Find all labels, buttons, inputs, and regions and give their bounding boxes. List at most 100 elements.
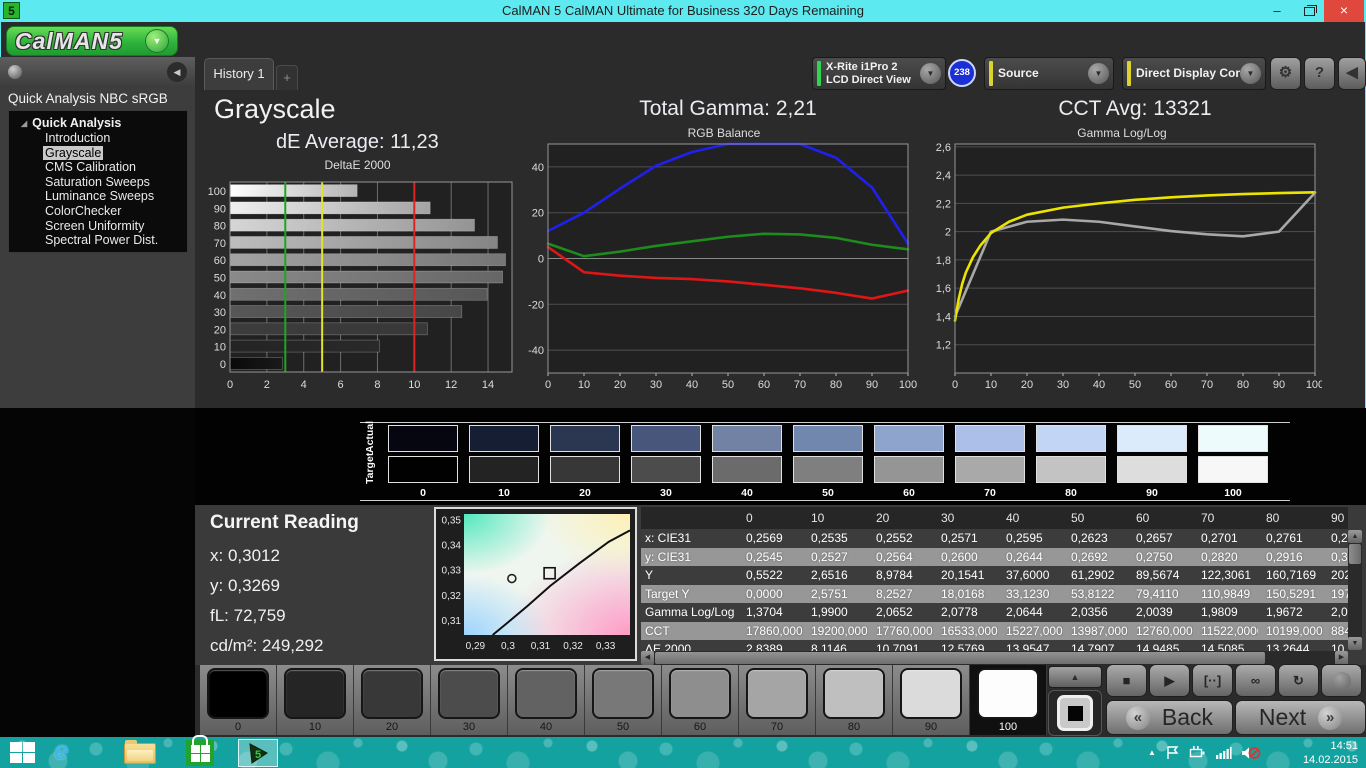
table-cell: 0,2657 [1128,529,1193,548]
rgb-balance-chart: RGB Balance -40 -20 0 20 40 0 10 20 30 40 50 60 70 80… [528,126,920,397]
sidebar-collapse-button[interactable]: ◀ [167,62,187,82]
power-battery-icon[interactable] [1189,745,1206,760]
transport-loop-button[interactable]: ↻ [1278,664,1319,697]
swatch-column-label: 10 [498,487,510,499]
next-button[interactable]: Next » [1235,700,1366,735]
action-center-flag-icon[interactable] [1165,745,1180,760]
network-signal-icon[interactable] [1215,745,1232,760]
table-horizontal-scrollbar[interactable]: ◀ ▶ [641,651,1348,665]
sidebar-header: ◀ [0,57,195,87]
swatch-column-label: 70 [984,487,996,499]
tab-history-1[interactable]: History 1 [204,58,274,90]
sidebar-item-grayscale[interactable]: Grayscale [9,145,187,161]
table-cell: 0,2569 [738,529,803,548]
sidebar-item-colorchecker[interactable]: ColorChecker [9,204,187,219]
pattern-level-50-button[interactable]: 50 [585,665,662,735]
transport-record-button[interactable] [1321,664,1362,697]
svg-text:90: 90 [866,379,878,391]
swatch-column-label: 90 [1146,487,1158,499]
table-cell: 12760,0000 [1128,621,1193,640]
tree-expander-icon[interactable]: ◢ [21,119,27,128]
sidebar-item-screen-uniformity[interactable]: Screen Uniformity [9,219,187,234]
pattern-level-0-button[interactable]: 0 [200,665,277,735]
pattern-level-20-button[interactable]: 20 [354,665,431,735]
pattern-level-label: 60 [693,721,707,733]
svg-text:1,2: 1,2 [936,340,951,352]
svg-text:0: 0 [227,379,233,391]
sidebar-item-spectral-power-dist[interactable]: Spectral Power Dist. [9,233,187,248]
table-col-header-20: 20 [868,507,933,529]
pattern-level-10-button[interactable]: 10 [277,665,354,735]
scroll-up-button[interactable]: ▲ [1348,530,1362,543]
pattern-up-button[interactable]: ▲ [1048,666,1102,688]
minimize-button[interactable]: – [1262,0,1292,22]
tree-root-quick-analysis[interactable]: ◢ Quick Analysis [9,116,187,131]
meter-count-badge[interactable]: 238 [948,59,976,87]
sidebar-item-luminance-sweeps[interactable]: Luminance Sweeps [9,189,187,204]
calman-taskbar-icon[interactable]: 5 [238,739,278,767]
close-button[interactable]: × [1324,0,1364,22]
chevron-down-icon: ▼ [1240,63,1261,84]
actual-swatch-100 [1198,425,1268,452]
transport-stop-button[interactable]: ■ [1106,664,1147,697]
pattern-level-30-button[interactable]: 30 [431,665,508,735]
display-control-dropdown[interactable]: Direct Display Control ▼ [1122,57,1266,90]
pattern-level-70-button[interactable]: 70 [739,665,816,735]
file-explorer-icon[interactable] [124,740,156,764]
svg-text:0,32: 0,32 [563,641,583,652]
svg-text:40: 40 [686,379,698,391]
svg-text:0: 0 [952,379,958,391]
svg-text:40: 40 [1093,379,1105,391]
internet-explorer-icon[interactable]: e [54,735,68,766]
pattern-window-button[interactable] [1048,690,1102,736]
transport-play-button[interactable]: ▶ [1149,664,1190,697]
sidebar-item-introduction[interactable]: Introduction [9,131,187,146]
scroll-thumb[interactable] [1349,544,1361,564]
table-cell: 10199,0000 [1258,621,1323,640]
table-cell: 0,2600 [933,547,998,566]
pattern-level-100-button[interactable]: 100 [970,665,1047,735]
pattern-level-80-button[interactable]: 80 [816,665,893,735]
meter-dropdown[interactable]: X-Rite i1Pro 2 LCD Direct View ▼ [812,57,946,90]
start-button[interactable] [10,742,36,764]
calman-logo[interactable]: CalMAN5 ▼ [6,26,178,56]
restore-button[interactable] [1294,0,1324,22]
scroll-right-button[interactable]: ▶ [1335,651,1348,665]
sidebar-item-saturation-sweeps[interactable]: Saturation Sweeps [9,175,187,190]
pattern-swatch [207,668,269,719]
transport-continuous-button[interactable]: ∞ [1235,664,1276,697]
table-vertical-scrollbar[interactable]: ▲ ▼ [1348,530,1362,650]
chevrons-right-icon: » [1318,705,1343,730]
swatch-column-0: 0 [388,425,458,499]
svg-text:10: 10 [985,379,997,391]
volume-muted-icon[interactable] [1241,745,1261,761]
target-swatch-60 [874,456,944,483]
add-tab-button[interactable]: + [276,65,298,90]
scroll-down-button[interactable]: ▼ [1348,637,1362,650]
collapse-panel-button[interactable]: ◀ [1338,57,1366,90]
scroll-left-button[interactable]: ◀ [641,651,654,665]
sidebar-item-cms-calibration[interactable]: CMS Calibration [9,160,187,175]
scroll-thumb[interactable] [655,652,1265,664]
table-cell: 2,0356 [1063,603,1128,622]
actual-swatch-0 [388,425,458,452]
pattern-level-40-button[interactable]: 40 [508,665,585,735]
actual-row-label: Actual [364,420,376,453]
source-dropdown[interactable]: Source ▼ [984,57,1114,90]
taskbar-clock[interactable]: 14:51 14.02.2015 [1282,739,1358,767]
pattern-level-90-button[interactable]: 90 [893,665,970,735]
swatch-column-label: 60 [903,487,915,499]
table-cell: 8,2527 [868,584,933,603]
windows-store-icon[interactable] [186,735,214,766]
knob-icon[interactable] [8,65,22,79]
back-button[interactable]: « Back [1106,700,1233,735]
transport-step-button[interactable]: [··] [1192,664,1233,697]
table-col-header-10: 10 [803,507,868,529]
pattern-swatch [592,668,654,719]
svg-text:100: 100 [208,186,226,198]
settings-button[interactable]: ⚙ [1270,57,1301,90]
target-swatch-20 [550,456,620,483]
tray-expand-icon[interactable]: ▲ [1148,748,1156,757]
help-button[interactable]: ? [1304,57,1335,90]
pattern-level-60-button[interactable]: 60 [662,665,739,735]
